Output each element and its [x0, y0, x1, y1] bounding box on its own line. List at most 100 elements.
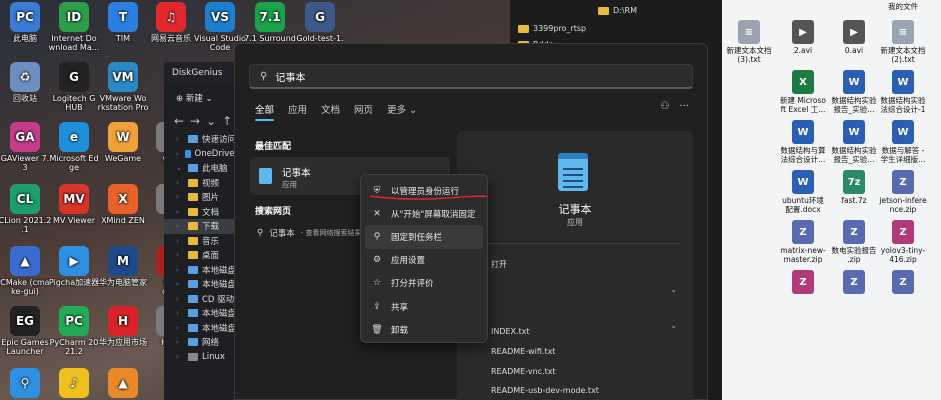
desktop-file[interactable]: Zyolov3-tiny- 416.zip — [876, 220, 930, 264]
chevron-down-icon[interactable]: ⌄ — [670, 321, 677, 330]
recent-file[interactable]: README-vnc.txt — [491, 367, 556, 376]
file-label: 0.avi — [844, 46, 864, 55]
chevron-icon[interactable]: › — [176, 295, 184, 303]
desktop-shortcut-label: VMware Wo rkstation Pro — [97, 94, 149, 112]
file-icon: Z — [892, 220, 914, 244]
chevron-icon[interactable]: › — [176, 251, 184, 259]
desktop-file[interactable]: Z — [776, 270, 830, 296]
tab-apps[interactable]: 应用 — [288, 102, 307, 116]
search-input[interactable] — [275, 70, 656, 82]
menu-item-app-settings[interactable]: ⚙ 应用设置 — [365, 249, 483, 272]
search-icon: ⚲ — [260, 70, 268, 82]
file-label: yolov3-tiny- 416.zip — [880, 246, 926, 264]
desktop-file[interactable]: W 数据结构实验 法综合设计-1 — [876, 70, 930, 114]
app-icon: ♪ — [59, 368, 89, 398]
desktop-file[interactable]: W 数据结构与算 法综合设计... — [776, 120, 830, 164]
notepad-icon — [558, 153, 588, 191]
file-icon: ▶ — [792, 20, 814, 44]
recent-file[interactable]: INDEX.txt — [491, 327, 530, 336]
desktop-file[interactable]: Z — [876, 270, 930, 296]
detail-app-type: 应用 — [567, 218, 583, 227]
web-search-heading: 搜索网页 — [255, 207, 292, 217]
app-icon: PC — [10, 2, 40, 32]
desktop-file[interactable]: W 数据结构实验 报告_实验... — [827, 120, 881, 164]
desktop-file[interactable]: Zmatrix-new- master.zip — [776, 220, 830, 264]
menu-item-rate[interactable]: ☆ 打分并评价 — [365, 272, 483, 295]
chevron-icon[interactable]: › — [176, 280, 184, 288]
recent-file[interactable]: README-wifi.txt — [491, 347, 555, 356]
net-icon — [188, 338, 198, 347]
chevron-icon[interactable]: › — [176, 179, 184, 187]
chevron-icon[interactable]: ⌄ — [176, 164, 184, 172]
tree-item-label: 音乐 — [202, 236, 220, 247]
tree-item-label: 快速访问 — [202, 135, 237, 146]
account-icon[interactable]: ⚇ — [660, 101, 669, 112]
desktop-shortcut[interactable]: VM VMware Wo rkstation Pro — [93, 62, 153, 112]
chevron-icon[interactable]: › — [176, 338, 184, 346]
chevron-icon[interactable]: › — [176, 135, 184, 143]
chevron-icon[interactable]: › — [176, 266, 184, 274]
menu-item-unpin-start[interactable]: ✕ 从"开始"屏幕取消固定 — [365, 202, 483, 225]
menu-item-uninstall[interactable]: 🗑 卸载 — [365, 318, 483, 341]
file-icon: W — [843, 120, 865, 144]
desktop-file[interactable]: Z — [827, 270, 881, 296]
recent-file[interactable]: README-usb-dev-mode.txt — [491, 386, 599, 395]
desktop-file[interactable]: ≡ 新建文本文档 (2).txt — [876, 20, 930, 64]
file-label: 数据与解答 - 学生详细版... — [880, 146, 926, 164]
best-match-heading: 最佳匹配 — [255, 142, 292, 152]
desktop-file[interactable]: ≡ 新建文本文档 (3).txt — [722, 20, 776, 64]
open-action[interactable]: 打开 — [491, 259, 507, 270]
file-icon: Z — [792, 220, 814, 244]
search-box[interactable]: ⚲ — [249, 64, 693, 89]
chevron-down-icon[interactable]: ⌄ — [670, 285, 677, 294]
chevron-icon[interactable]: › — [176, 208, 184, 216]
tab-all[interactable]: 全部 — [255, 102, 275, 121]
desktop-file[interactable]: 7z fast.7z — [827, 170, 881, 205]
desktop-file[interactable]: Wubuntu环境 配置.docx — [776, 170, 830, 214]
desktop-file[interactable]: Zjetson-infere nce.zip — [876, 170, 930, 214]
chevron-icon[interactable]: › — [176, 222, 184, 230]
tree-item-label: 下载 — [202, 222, 220, 233]
pc-icon — [188, 164, 198, 173]
menu-item-share[interactable]: ⇪ 共享 — [365, 295, 483, 318]
chevron-icon[interactable]: › — [176, 150, 181, 158]
desktop-file[interactable]: W 数据结构实验 报告_实验... — [827, 70, 881, 114]
star-icon — [188, 135, 198, 144]
file-icon: Z — [792, 270, 814, 294]
desktop-shortcut[interactable]: ▲ — [93, 368, 153, 400]
folder-icon — [188, 193, 198, 202]
desktop-file[interactable]: ▶ 2.avi — [776, 20, 830, 55]
app-icon: ID — [59, 2, 89, 32]
app-icon: VS — [205, 2, 235, 32]
app-icon: ▲ — [108, 368, 138, 398]
chevron-icon[interactable]: › — [176, 237, 184, 245]
desktop-file[interactable]: X 新建 Microso ft Excel 工... — [776, 70, 830, 114]
more-options-icon[interactable]: ··· — [679, 101, 689, 112]
app-icon: 7.1 — [255, 2, 285, 32]
web-search-item[interactable]: ⚲ 记事本 - 查看网络搜索结果 — [257, 227, 362, 239]
file-label: 新建 Microso ft Excel 工... — [779, 96, 827, 114]
red-underline-annotation — [369, 195, 487, 200]
tab-web[interactable]: 网页 — [354, 102, 373, 116]
explorer-row[interactable]: 3399pro_rtsp — [518, 24, 586, 33]
tree-item-label: 此电脑 — [202, 164, 228, 175]
desktop-shortcut[interactable]: G Gold-test-1. — [290, 2, 350, 43]
desktop-file[interactable]: W 数据与解答 - 学生详细版... — [876, 120, 930, 164]
app-icon: VM — [108, 62, 138, 92]
chevron-icon[interactable]: › — [176, 324, 184, 332]
app-icon: T — [108, 2, 138, 32]
folder-icon — [188, 222, 198, 231]
drive-icon — [188, 294, 198, 303]
tab-more[interactable]: 更多 ⌄ — [387, 102, 417, 116]
menu-item-pin-taskbar[interactable]: ⚲ 固定到任务栏 — [365, 225, 483, 249]
tab-docs[interactable]: 文档 — [321, 102, 340, 116]
file-label: 数据结构实验 法综合设计-1 — [880, 96, 926, 114]
chevron-icon[interactable]: › — [176, 193, 184, 201]
desktop-file[interactable]: ▶ 0.avi — [827, 20, 881, 55]
file-label: 数电实验报告 .zip — [831, 246, 877, 264]
desktop-file[interactable]: Z 数电实验报告 .zip — [827, 220, 881, 264]
desktop-file[interactable]: 我的文件 — [876, 2, 930, 11]
chevron-icon[interactable]: › — [176, 309, 184, 317]
chevron-icon[interactable]: › — [176, 353, 184, 361]
file-icon: Z — [892, 170, 914, 194]
